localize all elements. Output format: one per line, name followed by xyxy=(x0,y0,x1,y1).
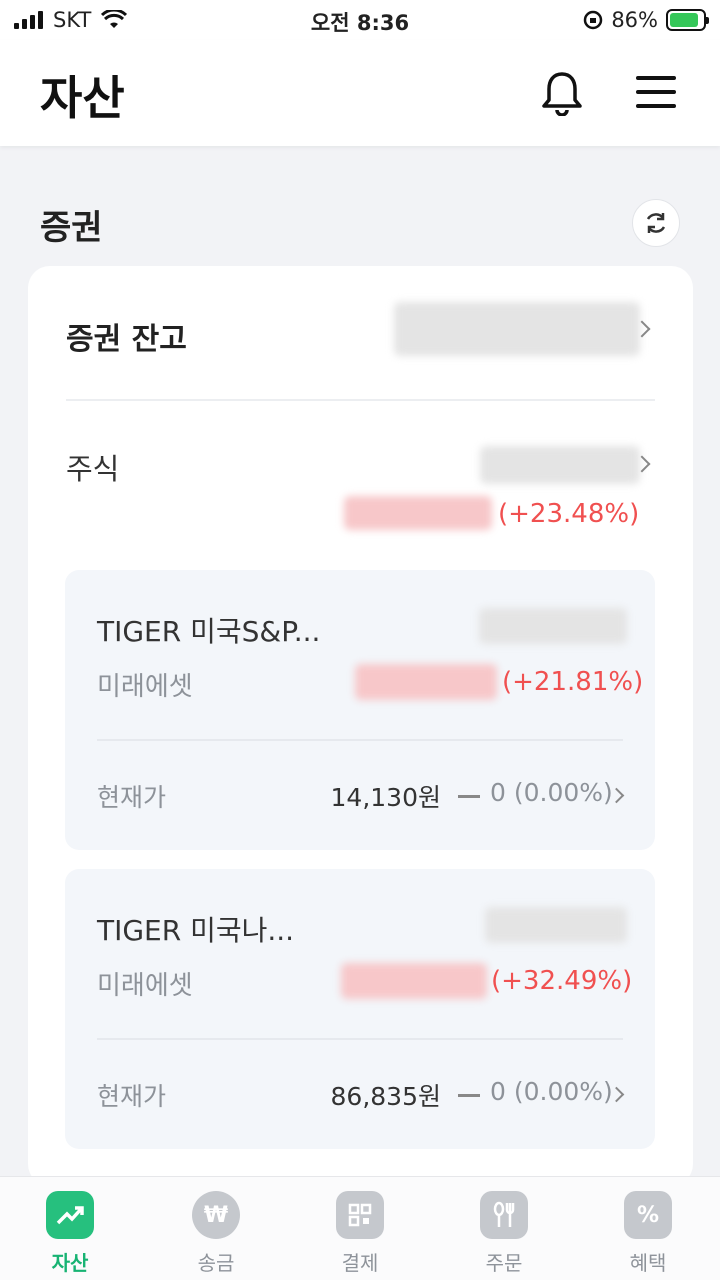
nav-label: 자산 xyxy=(51,1251,89,1275)
divider xyxy=(97,739,623,741)
holding-return-rate: (+32.49%) xyxy=(491,966,633,996)
current-price-label: 현재가 xyxy=(97,783,167,812)
divider xyxy=(66,399,655,401)
app-header: 자산 xyxy=(0,40,720,146)
won-icon: ₩ xyxy=(192,1191,240,1239)
stocks-return-rate: (+23.48%) xyxy=(498,499,640,529)
current-price: 86,835원 xyxy=(330,1082,441,1111)
battery-icon xyxy=(666,9,709,31)
coupon-icon: % xyxy=(624,1191,672,1239)
holding-profit-hidden xyxy=(341,963,487,999)
price-change: 0 (0.00%) xyxy=(490,778,613,807)
nav-item-benefits[interactable]: % 혜택 xyxy=(598,1191,698,1276)
nav-label: 결제 xyxy=(341,1251,379,1275)
nav-label: 송금 xyxy=(197,1251,235,1275)
status-bar: SKT 오전 8:36 86% xyxy=(0,0,720,40)
no-change-dash-icon xyxy=(458,1094,480,1097)
section-title: 증권 xyxy=(40,208,103,248)
nav-item-payment[interactable]: 결제 xyxy=(310,1191,410,1276)
holding-return-rate: (+21.81%) xyxy=(502,667,644,697)
holding-card[interactable]: TIGER 미국S&P... 미래에셋 (+21.81%) 현재가 14,130… xyxy=(65,570,655,850)
refresh-icon xyxy=(646,213,666,233)
holding-value-hidden xyxy=(485,907,627,943)
stocks-label[interactable]: 주식 xyxy=(66,446,119,488)
holding-profit-hidden xyxy=(355,664,497,700)
securities-card: 증권 잔고 주식 (+23.48%) TIGER 미국S&P... 미래에셋 (… xyxy=(28,266,693,1186)
current-price: 14,130원 xyxy=(330,783,441,812)
current-price-label: 현재가 xyxy=(97,1082,167,1111)
no-change-dash-icon xyxy=(458,795,480,798)
nav-label: 혜택 xyxy=(629,1251,667,1275)
refresh-button[interactable] xyxy=(632,199,680,247)
qr-code-icon xyxy=(336,1191,384,1239)
fork-knife-icon xyxy=(480,1191,528,1239)
divider xyxy=(97,1038,623,1040)
nav-item-assets[interactable]: 자산 xyxy=(20,1191,120,1276)
rotation-lock-icon xyxy=(584,10,603,30)
price-change: 0 (0.00%) xyxy=(490,1077,613,1106)
stocks-amount-hidden xyxy=(480,446,640,484)
holding-name: TIGER 미국S&P... xyxy=(97,615,321,648)
battery-percent: 86% xyxy=(611,8,658,32)
securities-balance-label[interactable]: 증권 잔고 xyxy=(66,314,187,358)
holding-broker: 미래에셋 xyxy=(97,971,193,1001)
holding-value-hidden xyxy=(479,608,627,644)
nav-item-order[interactable]: 주문 xyxy=(454,1191,554,1276)
holding-broker: 미래에셋 xyxy=(97,672,193,702)
nav-label: 주문 xyxy=(485,1251,523,1275)
balance-amount-hidden xyxy=(394,302,640,356)
chart-up-icon xyxy=(46,1191,94,1239)
holding-card[interactable]: TIGER 미국나... 미래에셋 (+32.49%) 현재가 86,835원 … xyxy=(65,869,655,1149)
stocks-profit-hidden xyxy=(344,496,492,530)
page-title: 자산 xyxy=(40,71,125,125)
holding-name: TIGER 미국나... xyxy=(97,914,295,947)
nav-item-transfer[interactable]: ₩ 송금 xyxy=(166,1191,266,1276)
bottom-nav: 자산 ₩ 송금 결제 주문 % 혜택 xyxy=(0,1176,720,1280)
status-right: 86% xyxy=(583,8,709,32)
bell-icon[interactable] xyxy=(540,70,584,116)
hamburger-menu-icon[interactable] xyxy=(636,76,676,110)
